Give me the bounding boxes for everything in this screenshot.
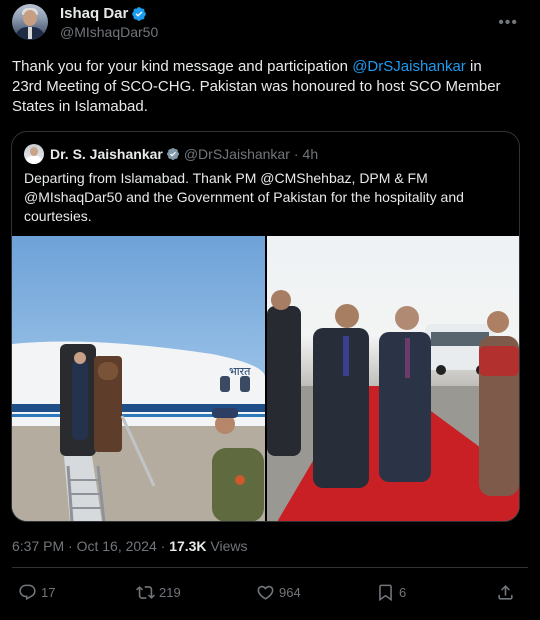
quoted-timestamp: 4h	[302, 146, 319, 162]
author-avatar[interactable]	[12, 4, 48, 40]
farewell-illustration	[267, 290, 519, 521]
quoted-author-display-name: Dr. S. Jaishankar	[50, 146, 163, 162]
divider	[12, 567, 528, 568]
views-label: Views	[206, 538, 248, 554]
share-button[interactable]	[496, 583, 515, 602]
quoted-tweet-header: Dr. S. Jaishankar @DrSJaishankar · 4h	[24, 144, 318, 164]
tweet: Ishaq Dar @MIshaqDar50 ••• Thank you for…	[0, 0, 540, 620]
tweet-timestamp[interactable]: 6:37 PM · Oct 16, 2024 ·	[12, 538, 169, 554]
verified-badge-icon	[132, 6, 147, 21]
photo-aircraft-departure[interactable]: भारत	[12, 236, 265, 521]
tweet-mention-link[interactable]: @DrSJaishankar	[352, 58, 466, 75]
like-button[interactable]: 964	[256, 583, 301, 602]
quoted-tweet[interactable]: Dr. S. Jaishankar @DrSJaishankar · 4h De…	[11, 131, 520, 522]
quoted-author-avatar	[24, 144, 44, 164]
like-count: 964	[279, 584, 301, 600]
quoted-author-handle: @DrSJaishankar	[183, 146, 290, 162]
action-bar: 17 219 964 6	[12, 578, 528, 606]
heart-icon	[257, 585, 274, 600]
quoted-separator: ·	[293, 146, 299, 162]
photo-airport-farewell[interactable]	[267, 236, 519, 521]
views-count[interactable]: 17.3K	[169, 538, 206, 554]
author-names: Ishaq Dar @MIshaqDar50	[60, 5, 158, 44]
repost-button[interactable]: 219	[136, 583, 181, 602]
repost-icon	[136, 585, 155, 599]
reply-button[interactable]: 17	[18, 583, 55, 602]
quoted-tweet-text: Departing from Islamabad. Thank PM @CMSh…	[24, 170, 464, 224]
reply-count: 17	[41, 584, 56, 600]
quoted-media: भारत	[12, 236, 519, 521]
more-horizontal-icon[interactable]: •••	[498, 14, 518, 32]
tweet-text: Thank you for your kind message and part…	[12, 57, 512, 117]
bookmark-button[interactable]: 6	[376, 583, 406, 602]
share-icon	[498, 584, 513, 600]
tweet-header: Ishaq Dar @MIshaqDar50 •••	[12, 4, 528, 44]
author-display-name[interactable]: Ishaq Dar	[60, 5, 128, 22]
aircraft-illustration	[12, 341, 265, 521]
aircraft-lettering: भारत	[229, 365, 251, 378]
tweet-meta: 6:37 PM · Oct 16, 2024 · 17.3K Views	[12, 538, 248, 554]
quoted-verified-badge-icon	[166, 148, 179, 160]
author-handle[interactable]: @MIshaqDar50	[60, 24, 158, 40]
tweet-text-part1: Thank you for your kind message and part…	[12, 58, 353, 75]
repost-count: 219	[159, 584, 181, 600]
bookmark-icon	[379, 584, 392, 601]
bookmark-count: 6	[399, 584, 407, 600]
reply-icon	[19, 584, 36, 600]
